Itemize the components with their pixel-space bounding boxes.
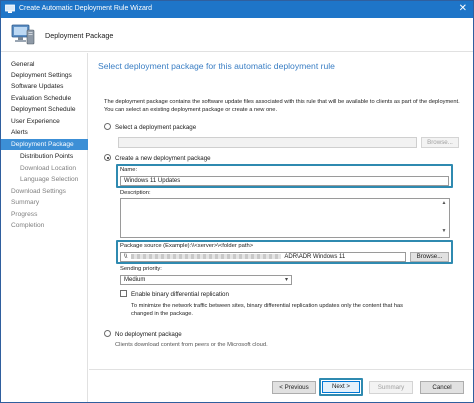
wizard-window: Create Automatic Deployment Rule Wizard …	[0, 0, 474, 403]
close-icon[interactable]: ✕	[459, 3, 467, 14]
sidebar-item-summary[interactable]: Summary	[1, 197, 88, 208]
scroll-down-icon[interactable]: ▼	[440, 228, 448, 236]
sidebar-item-user-experience[interactable]: User Experience	[1, 116, 88, 127]
window-title: Create Automatic Deployment Rule Wizard	[19, 5, 153, 12]
package-description-text: The deployment package contains the soft…	[104, 99, 460, 113]
sidebar-item-deployment-settings[interactable]: Deployment Settings	[1, 70, 88, 81]
page-title: Deployment Package	[45, 31, 114, 40]
binary-replication-note: To minimize the network traffic between …	[131, 303, 403, 317]
sidebar-item-completion[interactable]: Completion	[1, 220, 88, 231]
sending-priority-select[interactable]: Medium ▾	[120, 275, 292, 285]
source-prefix: \\	[124, 254, 128, 260]
existing-package-field[interactable]	[118, 137, 417, 148]
package-description-input[interactable]: ▲ ▼	[120, 198, 450, 238]
sending-priority-label: Sending priority:	[120, 266, 162, 272]
source-path-text: ADR\ADR Windows 11	[284, 254, 346, 260]
computer-icon	[11, 24, 35, 45]
wizard-header: Deployment Package	[1, 18, 473, 52]
redacted-server-block	[131, 253, 282, 259]
section-heading: Select deployment package for this autom…	[98, 61, 335, 71]
no-package-label: No deployment package	[115, 331, 182, 338]
summary-button[interactable]: Summary	[369, 381, 413, 394]
select-existing-radio[interactable]	[104, 123, 111, 130]
package-source-input[interactable]: \\ ADR\ADR Windows 11	[120, 252, 406, 262]
description-label: Description:	[120, 190, 151, 196]
binary-replication-label: Enable binary differential replication	[131, 291, 229, 298]
title-bar: Create Automatic Deployment Rule Wizard …	[1, 1, 473, 18]
scroll-up-icon[interactable]: ▲	[440, 200, 448, 208]
name-label: Name:	[120, 167, 138, 173]
browse-existing-button[interactable]: Browse...	[421, 137, 459, 148]
sidebar-item-evaluation-schedule[interactable]: Evaluation Schedule	[1, 93, 88, 104]
sidebar-item-progress[interactable]: Progress	[1, 209, 88, 220]
no-package-radio[interactable]	[104, 330, 111, 337]
sidebar-item-alerts[interactable]: Alerts	[1, 127, 88, 138]
no-package-note: Clients download content from peers or t…	[115, 342, 268, 348]
create-new-label: Create a new deployment package	[115, 155, 211, 162]
sidebar-item-download-location[interactable]: Download Location	[1, 163, 88, 174]
sidebar-item-language-selection[interactable]: Language Selection	[1, 174, 88, 185]
previous-button[interactable]: < Previous	[272, 381, 316, 394]
create-new-radio[interactable]	[104, 154, 111, 161]
package-source-label: Package source (Example):\\<server>\<fol…	[120, 243, 254, 249]
sidebar-item-deployment-schedule[interactable]: Deployment Schedule	[1, 104, 88, 115]
wizard-sidebar: General Deployment Settings Software Upd…	[1, 53, 88, 402]
binary-replication-checkbox[interactable]	[120, 290, 127, 297]
app-icon	[5, 4, 15, 13]
sidebar-item-software-updates[interactable]: Software Updates	[1, 81, 88, 92]
sidebar-item-download-settings[interactable]: Download Settings	[1, 186, 88, 197]
sending-priority-value: Medium	[124, 277, 146, 283]
select-existing-label: Select a deployment package	[115, 124, 197, 131]
sidebar-item-distribution-points[interactable]: Distribution Points	[1, 151, 88, 162]
browse-source-button[interactable]: Browse...	[410, 252, 449, 262]
package-name-input[interactable]: Windows 11 Updates	[120, 176, 449, 186]
sidebar-item-general[interactable]: General	[1, 59, 88, 70]
cancel-button[interactable]: Cancel	[420, 381, 464, 394]
wizard-footer: < Previous Next > Summary Cancel	[89, 369, 473, 402]
wizard-content: Select deployment package for this autom…	[89, 53, 473, 369]
next-button[interactable]: Next >	[322, 381, 360, 393]
sidebar-item-deployment-package[interactable]: Deployment Package	[1, 139, 88, 150]
chevron-down-icon: ▾	[284, 277, 288, 283]
